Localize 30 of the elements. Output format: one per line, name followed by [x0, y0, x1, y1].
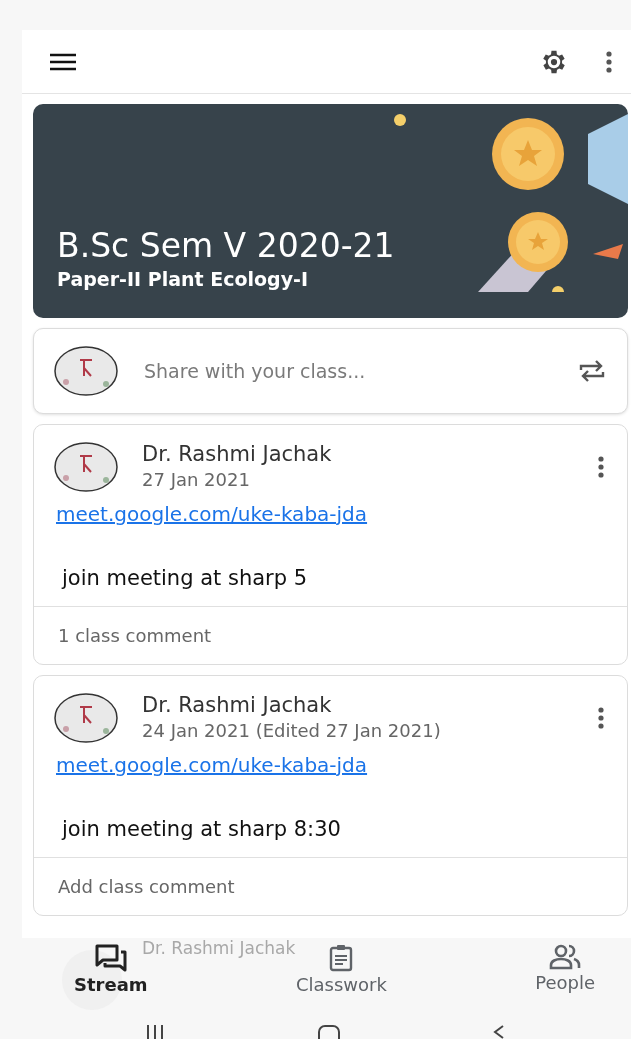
post-date: 24 Jan 2021 (Edited 27 Jan 2021)	[142, 719, 442, 743]
post-text: join meeting at sharp 8:30	[62, 817, 342, 841]
people-icon	[549, 944, 582, 970]
home-icon[interactable]	[316, 1025, 341, 1039]
more-options-icon[interactable]	[605, 49, 613, 74]
avatar-icon	[54, 441, 118, 492]
class-subtitle: Paper-II Plant Ecology-I	[57, 267, 310, 292]
nav-tab[interactable]: People	[535, 944, 595, 995]
author-name: Dr. Rashmi Jachak	[142, 692, 333, 719]
chat-bubbles-icon	[94, 944, 127, 972]
recent-apps-icon[interactable]	[145, 1025, 165, 1039]
more-options-icon[interactable]	[597, 454, 605, 479]
menu-icon[interactable]	[50, 52, 76, 71]
post-text: join meeting at sharp 5	[62, 566, 309, 590]
back-icon[interactable]	[492, 1025, 506, 1039]
class-comment-link[interactable]: 1 class comment	[34, 606, 627, 664]
post-date: 27 Jan 2021	[142, 468, 251, 492]
meet-link[interactable]: meet.google.com/uke-kaba-jda	[56, 502, 368, 526]
class-comment-link[interactable]: Add class comment	[34, 857, 627, 915]
repost-icon[interactable]	[579, 359, 605, 383]
author-name: Dr. Rashmi Jachak	[142, 441, 333, 468]
class-title: B.Sc Sem V 2020-21	[57, 226, 396, 266]
more-options-icon[interactable]	[597, 705, 605, 730]
share-field[interactable]: Share with your class...	[142, 359, 555, 383]
clipboard-icon	[329, 944, 354, 972]
avatar-icon	[54, 692, 118, 743]
nav-tab[interactable]: Classwork	[295, 944, 387, 995]
author-name: Dr. Rashmi Jachak	[142, 938, 296, 958]
avatar-icon	[54, 346, 118, 396]
meet-link[interactable]: meet.google.com/uke-kaba-jda	[56, 753, 368, 777]
